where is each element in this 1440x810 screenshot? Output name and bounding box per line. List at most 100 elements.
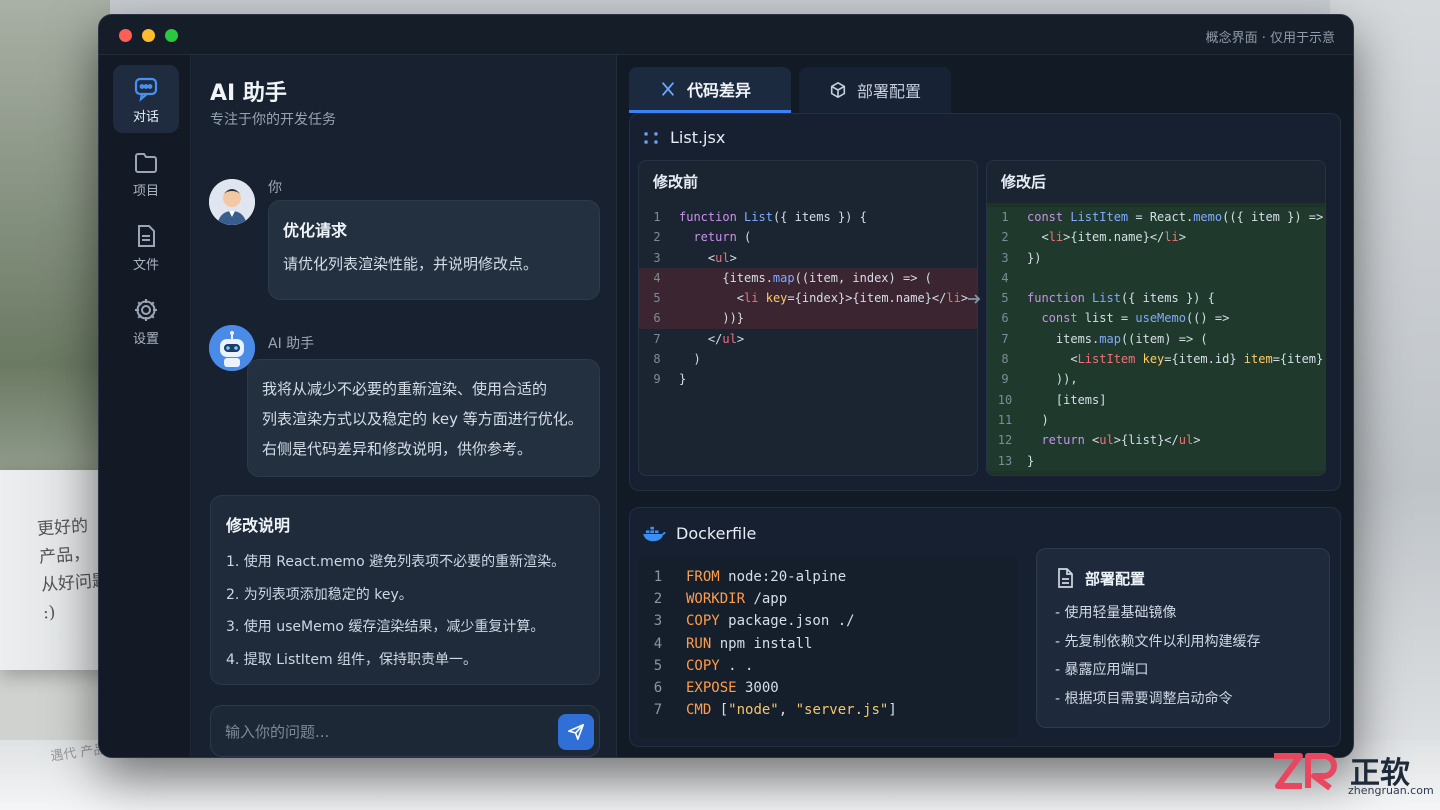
diff-before-line: 6 ))} xyxy=(639,308,977,329)
diff-before-line: 1 function List({ items }) { xyxy=(639,207,977,227)
code-text: function List({ items }) { xyxy=(679,210,867,224)
sidebar-item-chat[interactable]: 对话 xyxy=(113,65,179,133)
dockerfile-code: 1 FROM node:20-alpine 2 WORKDIR /app 3 COPY p… xyxy=(638,556,1018,738)
watermark-url: zhengruan.com xyxy=(1348,784,1434,797)
dockerfile-name: Dockerfile xyxy=(676,524,757,543)
user-avatar xyxy=(209,179,255,225)
send-icon xyxy=(567,723,585,741)
diff-after-label: 修改后 xyxy=(987,161,1325,203)
line-number: 3 xyxy=(653,250,661,265)
dockerfile-args: package.json ./ xyxy=(719,613,855,630)
diff-after: 修改后 1 const ListItem = React.memo(({ item… xyxy=(986,160,1326,476)
deploy-config-item: - 暴露应用端口 xyxy=(1055,662,1149,678)
diff-before: 修改前 1 function List({ items }) {2 return … xyxy=(638,160,978,476)
document-icon xyxy=(1058,568,1073,588)
chat-input[interactable] xyxy=(225,718,545,746)
sidebar-item-label: 文件 xyxy=(132,257,159,273)
diff-after-line: 5 function List({ items }) { xyxy=(987,288,1325,309)
maximize-window-button[interactable] xyxy=(165,29,178,42)
folder-icon xyxy=(135,152,157,173)
code-text: {items.map((item, index) => ( xyxy=(679,270,932,285)
line-number: 8 xyxy=(653,352,661,367)
window-caption: 概念界面 · 仅用于示意 xyxy=(1205,31,1335,46)
deploy-config-item: - 根据项目需要调整启动命令 xyxy=(1055,690,1233,707)
close-window-button[interactable] xyxy=(119,29,132,42)
line-number: 9 xyxy=(653,372,661,387)
document-icon xyxy=(138,224,155,247)
change-notes-title: 修改说明 xyxy=(226,516,291,535)
change-note-item: 4. 提取 ListItem 组件，保持职责单一。 xyxy=(226,651,478,668)
code-text: <ListItem key={item.id} item={item} /> xyxy=(1027,352,1324,367)
diff-after-line: 4 xyxy=(987,267,1325,289)
code-text: <li key={index}>{item.name}</li> xyxy=(679,291,969,306)
dockerfile-args: node:20-alpine xyxy=(719,569,847,585)
background-left xyxy=(0,0,110,810)
line-number: 6 xyxy=(653,311,661,326)
dockerfile-line: 2 WORKDIR /app xyxy=(638,588,1018,610)
diff-after-line: 10 [items] xyxy=(987,389,1325,410)
deploy-config-card: 部署配置 - 使用轻量基础镜像 - 先复制依赖文件以利用构建缓存 - 暴露应用端… xyxy=(1036,548,1330,728)
deploy-config-item: - 使用轻量基础镜像 xyxy=(1055,605,1177,621)
dockerfile-keyword: EXPOSE xyxy=(686,679,737,696)
gear-icon xyxy=(135,298,157,321)
diff-file-icon xyxy=(644,131,658,144)
user-message-title: 优化请求 xyxy=(283,221,348,240)
code-text: }) xyxy=(1027,250,1042,265)
dockerfile-keyword: RUN xyxy=(686,635,712,652)
code-text: </ul> xyxy=(679,331,745,346)
tab-deploy-config[interactable]: 部署配置 xyxy=(799,67,951,113)
ai-message-line: 右侧是代码差异和修改说明，供你参考。 xyxy=(262,440,533,458)
diff-file-header: List.jsx xyxy=(642,128,725,147)
diff-after-line: 8 <ListItem key={item.id} item={item} /> xyxy=(987,349,1325,370)
dockerfile-keyword: COPY xyxy=(686,657,720,674)
change-note-item: 3. 使用 useMemo 缓存渲染结果，减少重复计算。 xyxy=(226,619,545,635)
diff-after-line: 9 )), xyxy=(987,369,1325,390)
diff-after-line: 2 <li>{item.name}</li> xyxy=(987,227,1325,248)
diff-before-line: 9} xyxy=(639,369,977,389)
line-number: 4 xyxy=(653,635,663,652)
dockerfile-args: /app xyxy=(745,591,788,608)
diff-before-line: 8 ) xyxy=(639,349,977,369)
watermark-logo: 正软 zhengruan.com xyxy=(1270,748,1435,798)
line-number: 5 xyxy=(653,291,661,306)
dockerfile-line: 3 COPY package.json ./ xyxy=(638,610,1018,632)
line-number: 4 xyxy=(653,270,661,285)
send-button[interactable] xyxy=(558,714,594,750)
code-text: const ListItem = React.memo(({ item }) =… xyxy=(1027,210,1324,224)
dockerfile-keyword: FROM xyxy=(686,569,720,585)
diff-before-line: 5 <li key={index}>{item.name}</li> xyxy=(639,288,977,309)
diff-before-line: 7 </ul> xyxy=(639,329,977,349)
sidebar-item-files[interactable]: 文件 xyxy=(113,213,179,281)
sidebar-item-label: 项目 xyxy=(132,183,159,199)
code-text: ) xyxy=(679,352,701,367)
sidebar-item-projects[interactable]: 项目 xyxy=(113,139,179,207)
sidebar-item-label: 设置 xyxy=(132,331,159,347)
diff-after-line: 13} xyxy=(987,450,1325,471)
tab-code-diff[interactable]: 代码差异 xyxy=(629,67,791,113)
chat-panel: AI 助手 专注于你的开发任务 你 优化请求 请优化列表渲染性能，并说明修改点。… xyxy=(191,55,617,757)
sidebar-item-settings[interactable]: 设置 xyxy=(113,287,179,355)
deploy-config-item: - 先复制依赖文件以利用构建缓存 xyxy=(1055,633,1261,650)
main-panel: 代码差异 部署配置 List.jsx 修改前 1 function List({ … xyxy=(617,55,1353,757)
chat-input-box xyxy=(210,705,600,757)
ai-name: AI 助手 xyxy=(268,336,315,352)
line-number: 9 xyxy=(1001,372,1009,387)
diff-before-label: 修改前 xyxy=(653,173,699,191)
dockerfile-line: 5 COPY . . xyxy=(638,655,1018,677)
user-message-text: 请优化列表渲染性能，并说明修改点。 xyxy=(283,255,539,273)
dockerfile-args: . . xyxy=(719,657,754,674)
docker-icon xyxy=(643,526,666,541)
line-number: 3 xyxy=(1001,250,1009,265)
line-number: 5 xyxy=(653,657,663,674)
diff-after-code: 1 const ListItem = React.memo(({ item }) … xyxy=(987,203,1325,471)
sidebar: 对话 项目 文件 设置 xyxy=(99,55,191,757)
line-number: 7 xyxy=(1001,331,1009,346)
line-number: 3 xyxy=(653,613,663,630)
line-number: 10 xyxy=(997,392,1013,407)
tab-label: 部署配置 xyxy=(857,82,922,101)
dockerfile-line: 4 RUN npm install xyxy=(638,633,1018,655)
line-number: 6 xyxy=(1001,311,1009,326)
tab-label: 代码差异 xyxy=(687,80,752,100)
minimize-window-button[interactable] xyxy=(142,29,155,42)
dockerfile-line: 6 EXPOSE 3000 xyxy=(638,677,1018,699)
